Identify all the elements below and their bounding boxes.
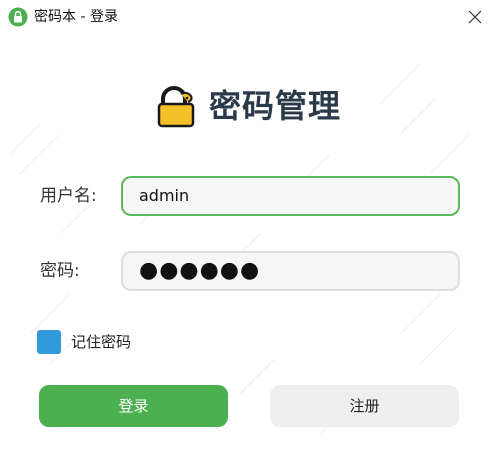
app-heading: 密码管理 [209, 87, 342, 125]
password-input[interactable]: ●●●●●● [121, 251, 460, 291]
username-label: 用户名: [40, 186, 97, 206]
password-label: 密码: [40, 261, 80, 281]
lock-icon [8, 7, 28, 27]
title-bar: 密码本 - 登录 [0, 0, 498, 34]
register-button[interactable]: 注册 [270, 385, 459, 427]
remember-password-checkbox[interactable] [37, 330, 61, 354]
username-input[interactable]: admin [121, 176, 460, 216]
close-icon[interactable] [467, 9, 483, 25]
padlock-icon [157, 86, 195, 128]
window-title: 密码本 - 登录 [34, 9, 118, 25]
login-button[interactable]: 登录 [39, 385, 228, 427]
remember-password-label: 记住密码 [71, 333, 132, 351]
